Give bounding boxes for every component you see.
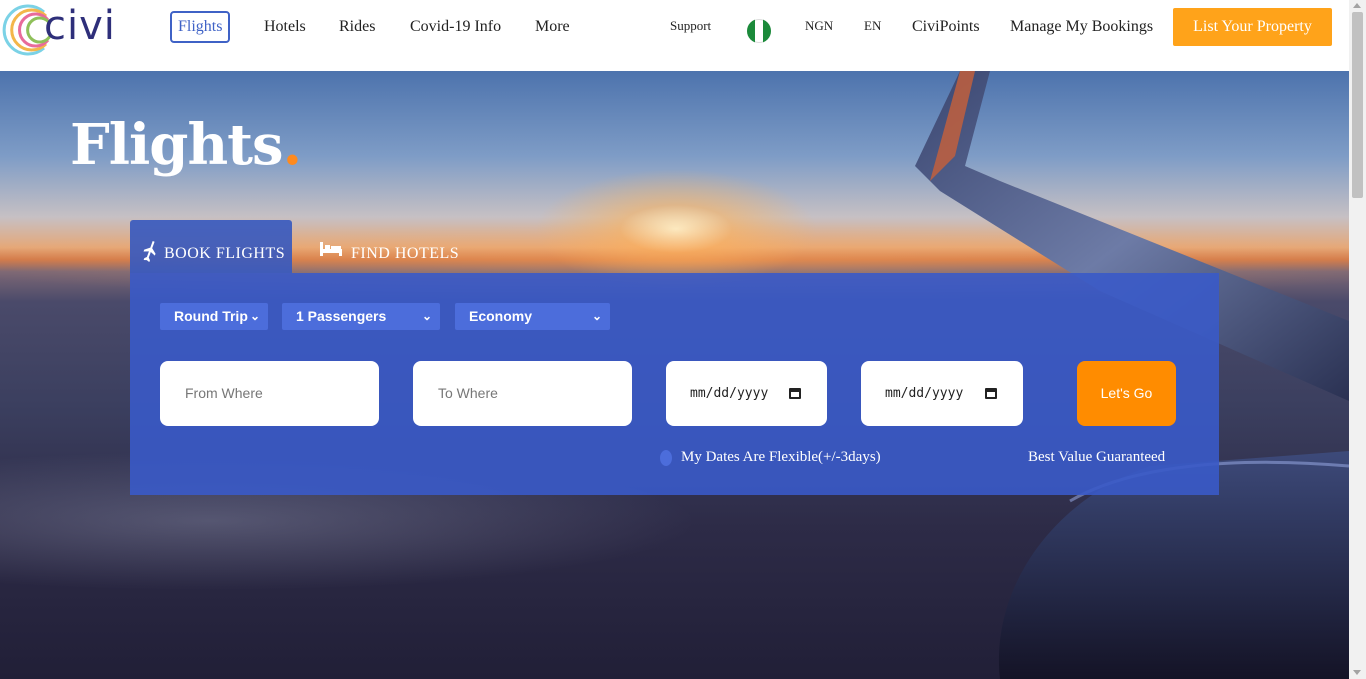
calendar-icon[interactable] [789,388,801,399]
passengers-value: 1 Passengers [296,308,387,324]
logo-text: civi [44,3,116,49]
page-scrollbar[interactable] [1349,0,1366,679]
trip-type-value: Round Trip [174,308,248,324]
page-title: Flights. [70,112,302,178]
flexible-dates-label[interactable]: My Dates Are Flexible(+/-3days) [681,447,881,467]
calendar-icon[interactable] [985,388,997,399]
nav-covid-info[interactable]: Covid-19 Info [410,15,501,39]
cabin-class-value: Economy [469,308,533,324]
title-dot: . [282,112,302,178]
currency-selector[interactable]: NGN [805,14,833,38]
title-text: Flights [70,112,284,178]
cabin-class-select[interactable]: Economy ⌄ [455,303,610,330]
list-property-button[interactable]: List Your Property [1173,8,1332,46]
from-where-input[interactable]: From Where [160,361,379,426]
scrollbar-thumb[interactable] [1352,12,1363,198]
nav-more[interactable]: More [535,15,570,39]
lets-go-button[interactable]: Let's Go [1077,361,1176,426]
depart-date-input[interactable]: mm/dd/yyyy [666,361,827,426]
return-date-input[interactable]: mm/dd/yyyy [861,361,1023,426]
flexible-dates-checkbox[interactable] [660,450,672,466]
page: civi Flights Hotels Rides Covid-19 Info … [0,0,1349,679]
nigeria-flag-icon[interactable] [747,19,771,43]
chevron-down-icon: ⌄ [421,309,432,323]
site-header: civi Flights Hotels Rides Covid-19 Info … [0,0,1349,71]
tab-book-flights[interactable]: BOOK FLIGHTS [130,220,292,273]
support-link[interactable]: Support [670,14,711,38]
hero-section: Flights. BOOK FLIGHTS FIND HOTELS Round … [0,71,1349,679]
manage-bookings-link[interactable]: Manage My Bookings [1010,15,1153,39]
chevron-down-icon: ⌄ [249,309,260,323]
nav-rides[interactable]: Rides [339,15,375,39]
language-selector[interactable]: EN [864,14,881,38]
scroll-up-arrow-icon[interactable] [1353,3,1361,8]
depart-date-value: mm/dd/yyyy [690,386,769,401]
civipoints-link[interactable]: CiviPoints [912,15,980,39]
trip-type-select[interactable]: Round Trip ⌄ [160,303,268,330]
return-date-value: mm/dd/yyyy [885,386,964,401]
to-where-input[interactable]: To Where [413,361,632,426]
nav-flights[interactable]: Flights [170,11,231,43]
bed-icon [320,242,342,256]
best-value-text: Best Value Guaranteed [1028,449,1166,465]
airplane-icon [143,241,156,262]
nav-hotels[interactable]: Hotels [264,15,306,39]
tab-find-hotels[interactable]: FIND HOTELS [320,236,480,266]
scroll-down-arrow-icon[interactable] [1353,670,1361,675]
chevron-down-icon: ⌄ [591,309,602,323]
flight-search-form: Round Trip ⌄ 1 Passengers ⌄ Economy ⌄ Fr… [130,273,1219,495]
tab-find-hotels-label: FIND HOTELS [351,245,460,262]
brand-logo[interactable]: civi [0,0,130,60]
passengers-select[interactable]: 1 Passengers ⌄ [282,303,440,330]
tab-book-flights-label: BOOK FLIGHTS [164,245,286,262]
